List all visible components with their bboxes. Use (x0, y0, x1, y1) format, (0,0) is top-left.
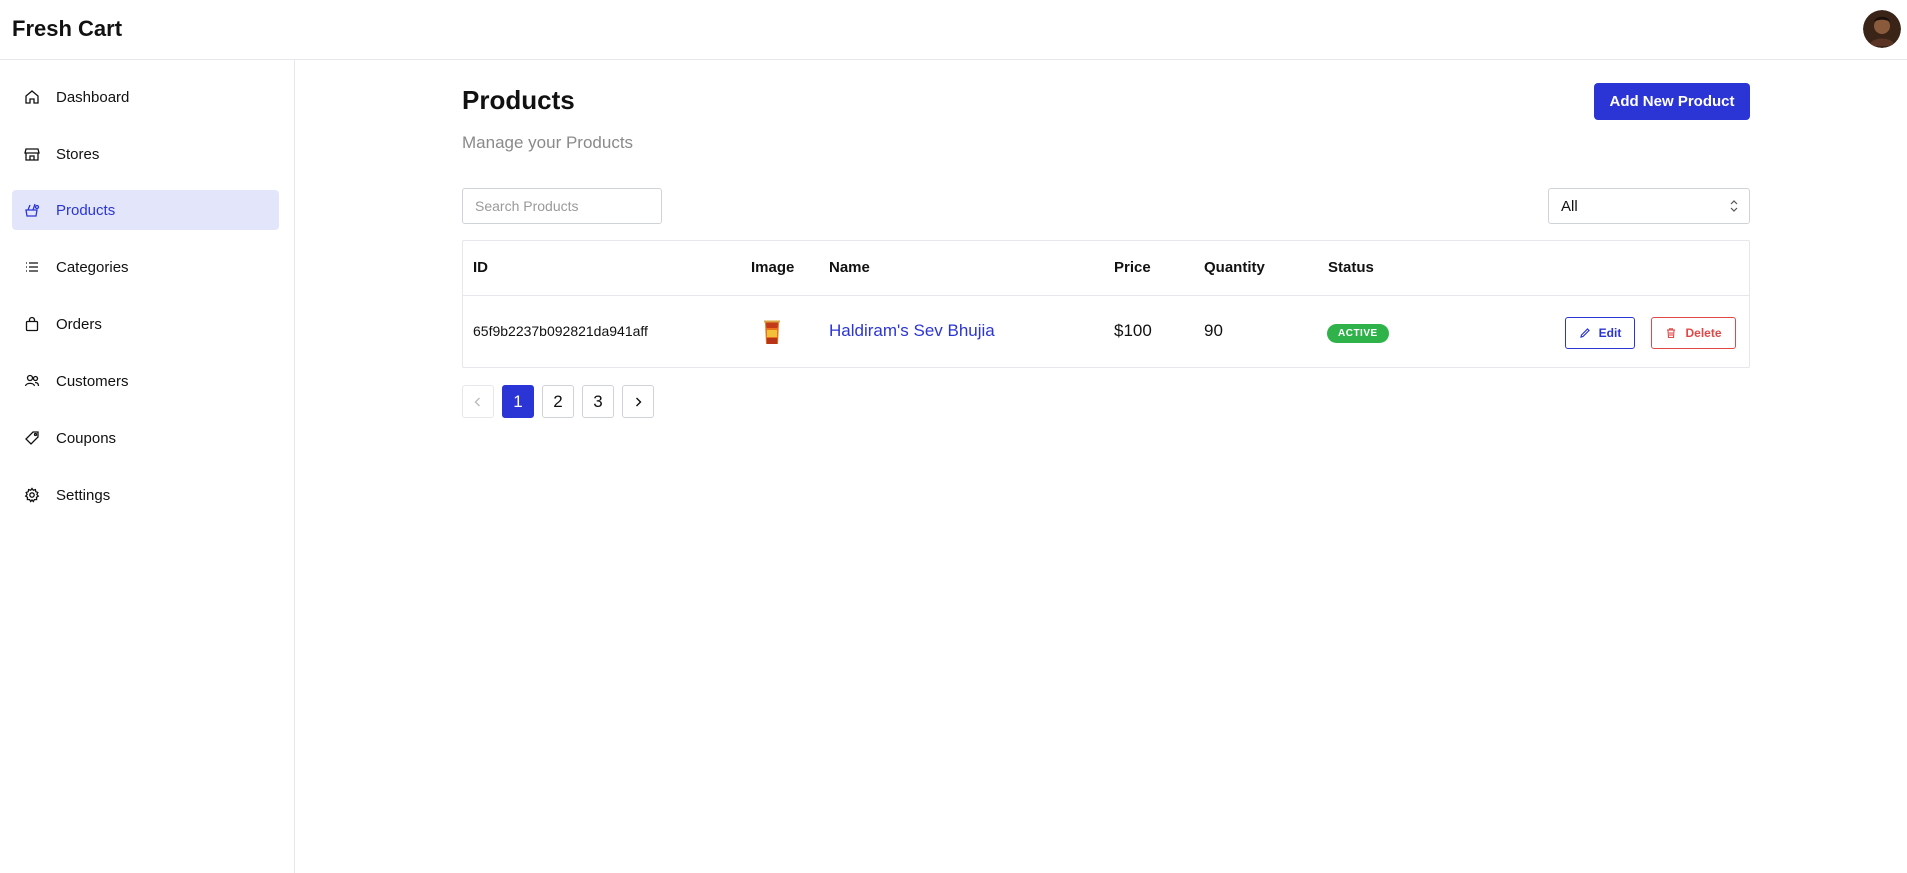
product-price: $100 (1114, 321, 1152, 340)
pagination-page-2[interactable]: 2 (542, 385, 574, 418)
column-header-price: Price (1114, 259, 1151, 276)
home-icon (24, 89, 40, 105)
trash-icon (1667, 328, 1676, 339)
product-id: 65f9b2237b092821da941aff (473, 323, 648, 339)
chevron-left-icon (474, 397, 480, 406)
sidebar-item-coupons[interactable]: Coupons (12, 418, 279, 458)
top-bar: Fresh Cart (0, 0, 1907, 60)
sidebar-item-stores[interactable]: Stores (12, 134, 279, 174)
product-name-link[interactable]: Haldiram's Sev Bhujia (829, 321, 995, 341)
pagination-prev-button[interactable] (462, 385, 494, 418)
sidebar-item-label: Customers (56, 372, 129, 390)
sidebar-item-label: Categories (56, 258, 129, 276)
products-table: ID Image Name Price Quantity Status 65f9… (462, 240, 1750, 368)
sidebar-item-dashboard[interactable]: Dashboard (12, 77, 279, 117)
column-header-quantity: Quantity (1204, 259, 1265, 276)
column-header-status: Status (1328, 259, 1374, 276)
chevron-updown-icon (1730, 200, 1738, 212)
pagination-page-1[interactable]: 1 (502, 385, 534, 418)
product-quantity: 90 (1204, 321, 1223, 340)
store-icon (24, 146, 40, 162)
pagination-next-button[interactable] (622, 385, 654, 418)
product-icon (24, 202, 40, 218)
status-filter-value: All (1561, 197, 1578, 215)
edit-button-label: Edit (1598, 326, 1622, 340)
sidebar-item-settings[interactable]: Settings (12, 475, 279, 515)
sidebar-item-label: Settings (56, 486, 111, 504)
search-input[interactable] (462, 188, 662, 224)
column-header-name: Name (829, 259, 870, 276)
product-image (759, 319, 785, 347)
sidebar-item-label: Stores (56, 145, 100, 163)
column-header-id: ID (473, 259, 488, 276)
sidebar: Dashboard Stores Products Categories Ord… (0, 60, 295, 873)
sidebar-item-label: Coupons (56, 429, 117, 447)
sidebar-item-label: Orders (56, 315, 102, 333)
sidebar-item-label: Dashboard (56, 88, 130, 106)
sidebar-item-label: Products (56, 201, 116, 219)
chevron-right-icon (636, 397, 642, 406)
table-row: 65f9b2237b092821da941aff Haldiram's Sev … (463, 297, 1749, 367)
sidebar-item-orders[interactable]: Orders (12, 304, 279, 344)
edit-button[interactable]: Edit (1565, 317, 1635, 349)
main-content: Products Manage your Products Add New Pr… (296, 61, 1907, 873)
brand-title[interactable]: Fresh Cart (12, 16, 122, 42)
pagination-page-3[interactable]: 3 (582, 385, 614, 418)
delete-button[interactable]: Delete (1651, 317, 1736, 349)
gear-icon (24, 487, 40, 503)
add-new-product-button[interactable]: Add New Product (1594, 83, 1750, 120)
table-header: ID Image Name Price Quantity Status (463, 241, 1749, 296)
pencil-icon (1579, 328, 1590, 338)
sidebar-item-customers[interactable]: Customers (12, 361, 279, 401)
page-title: Products (462, 85, 575, 115)
sidebar-item-products[interactable]: Products (12, 190, 279, 230)
column-header-image: Image (751, 259, 795, 276)
delete-button-label: Delete (1685, 326, 1722, 340)
users-icon (24, 373, 40, 389)
status-filter-select[interactable]: All (1548, 188, 1750, 224)
avatar[interactable] (1863, 10, 1901, 48)
sidebar-item-categories[interactable]: Categories (12, 247, 279, 287)
tag-icon (24, 430, 40, 446)
page-subtitle: Manage your Products (462, 133, 634, 152)
status-badge: ACTIVE (1327, 324, 1389, 343)
list-icon (24, 259, 40, 275)
bag-icon (24, 316, 40, 332)
